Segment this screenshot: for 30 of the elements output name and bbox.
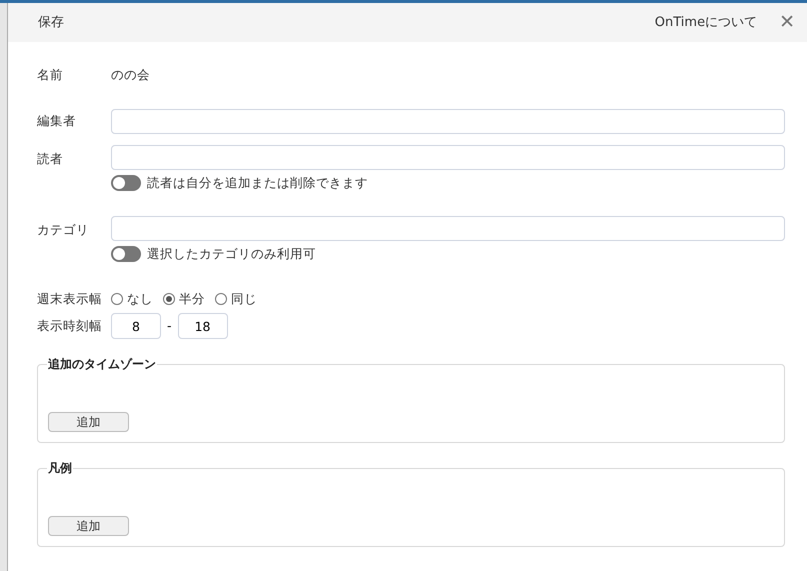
add-button[interactable]: 追加	[48, 516, 129, 536]
radio-label: なし	[127, 290, 153, 308]
radio-button[interactable]	[163, 293, 175, 305]
radio-button[interactable]	[111, 293, 123, 305]
range-separator: -	[167, 316, 172, 335]
close-button[interactable]: ✕	[779, 13, 795, 32]
about-link[interactable]: OnTimeについて	[654, 12, 758, 32]
toggle-switch[interactable]	[111, 246, 141, 262]
group-legend: 凡例	[47, 459, 73, 477]
end-hour-input[interactable]: 18	[178, 313, 228, 339]
toggle-label: 選択したカテゴリのみ利用可	[147, 244, 316, 263]
toggle-label: 読者は自分を追加または削除できます	[147, 174, 368, 192]
field-label: カテゴリ	[37, 221, 90, 239]
radio-button[interactable]	[215, 293, 227, 305]
readers-input[interactable]	[111, 145, 785, 170]
category-input[interactable]	[111, 216, 785, 241]
save-button[interactable]: 保存	[38, 12, 64, 32]
field-label: 週末表示幅	[37, 290, 103, 308]
field-label: 表示時刻幅	[37, 316, 103, 335]
field-label: 編集者	[37, 112, 77, 130]
group-legend: 追加のタイムゾーン	[47, 355, 157, 373]
editors-input[interactable]	[111, 109, 785, 134]
add-button[interactable]: 追加	[48, 412, 129, 432]
radio-label: 同じ	[231, 290, 257, 308]
field-label: 読者	[37, 150, 64, 168]
field-label: 名前	[37, 66, 64, 84]
toggle-switch[interactable]	[111, 175, 141, 191]
radio-label: 半分	[179, 290, 205, 308]
name-value: のの会	[111, 66, 150, 84]
start-hour-input[interactable]: 8	[111, 313, 161, 339]
